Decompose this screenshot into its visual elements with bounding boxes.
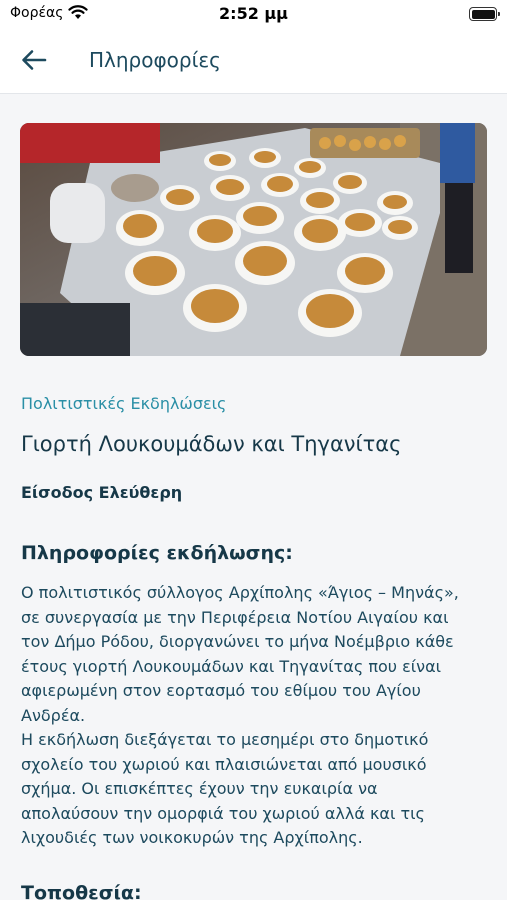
back-button[interactable] (14, 42, 54, 78)
description-line: Ανδρέα. (21, 705, 86, 725)
description-line: έτους γιορτή Λουκουμάδων και Τηγανίτας π… (21, 656, 442, 676)
event-image (20, 123, 487, 356)
event-details: Πολιτιστικές Εκδηλώσεις Γιορτή Λουκουμάδ… (0, 94, 507, 900)
info-heading: Πληροφορίες εκδήλωσης: (21, 542, 293, 564)
status-bar: Φορέας 2:52 μμ (0, 0, 507, 28)
nav-bar: Πληροφορίες (0, 28, 507, 94)
description-line: αφιερωμένη στον εορτασμό του εθίμου του … (21, 681, 421, 700)
description-line: τον Δήμο Ρόδου, διοργανώνει το μήνα Νοέμ… (21, 632, 454, 651)
event-title: Γιορτή Λουκουμάδων και Τηγανίτας (21, 432, 402, 456)
description-line: σχήμα. Οι επισκέπτες έχουν την ευκαιρία … (21, 779, 378, 798)
description-line: απολαύσουν την ομορφιά του χωριού αλλά κ… (21, 803, 425, 823)
description-line: λιχουδιές των νοικοκυρών της Αρχίπολης. (21, 828, 363, 847)
description-line: σχολείο του χωριού και πλαισιώνεται από … (21, 754, 427, 774)
description-line: Η εκδήλωση διεξάγεται το μεσημέρι στο δη… (21, 730, 429, 749)
description-line: Ο πολιτιστικός σύλλογος Αρχίπολης «Άγιος… (21, 583, 459, 602)
entrance-info: Είσοδος Ελεύθερη (21, 483, 183, 502)
location-heading: Τοποθεσία: (21, 882, 142, 900)
event-description: Ο πολιτιστικός σύλλογος Αρχίπολης «Άγιος… (21, 581, 493, 851)
page-title: Πληροφορίες (89, 48, 221, 72)
description-line: σε συνεργασία με την Περιφέρεια Νοτίου Α… (21, 607, 449, 627)
clock: 2:52 μμ (219, 4, 288, 23)
battery-icon (469, 7, 500, 21)
arrow-left-icon (22, 50, 47, 70)
event-photo-illustration (20, 123, 487, 356)
event-category: Πολιτιστικές Εκδηλώσεις (21, 394, 227, 413)
